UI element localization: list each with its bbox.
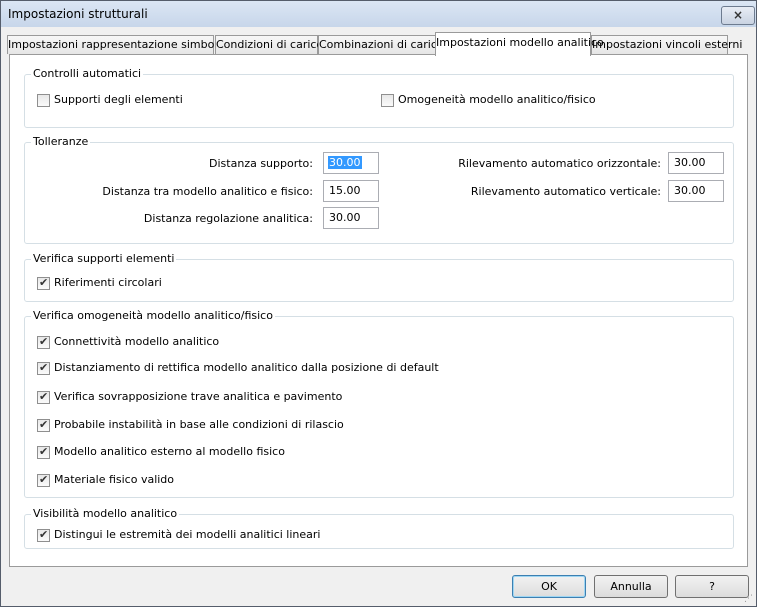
group-title: Visibilità modello analitico xyxy=(31,507,180,520)
label-rilevamento-orizzontale: Rilevamento automatico orizzontale: xyxy=(458,157,661,170)
checkbox-box[interactable]: ✔ xyxy=(37,473,50,487)
tab-rappresentazione-simbolica[interactable]: Impostazioni rappresentazione simbolica xyxy=(7,35,233,54)
input-rilevamento-orizzontale[interactable]: 30.00 xyxy=(668,152,724,174)
group-title: Controlli automatici xyxy=(31,67,144,80)
checkbox-label: Connettività modello analitico xyxy=(54,335,220,348)
label-distanza-modello: Distanza tra modello analitico e fisico: xyxy=(102,185,313,198)
tab-panel: Controlli automatici Supporti degli elem… xyxy=(9,54,748,567)
input-value: 30.00 xyxy=(674,156,706,169)
group-controlli-automatici: Controlli automatici Supporti degli elem… xyxy=(24,67,734,128)
checkbox-label: Modello analitico esterno al modello fis… xyxy=(54,445,285,458)
checkmark-icon: ✔ xyxy=(39,418,49,431)
group-verifica-supporti: Verifica supporti elementi ✔ Riferimenti… xyxy=(24,252,734,302)
tab-condizioni-carico[interactable]: Condizioni di carico xyxy=(215,35,323,54)
checkbox-box[interactable] xyxy=(37,94,50,107)
checkbox-label: Omogeneità modello analitico/fisico xyxy=(398,93,596,106)
checkbox-box[interactable]: ✔ xyxy=(37,276,50,290)
cancel-button[interactable]: Annulla xyxy=(594,575,668,598)
checkbox-box[interactable]: ✔ xyxy=(37,445,50,459)
checkmark-icon: ✔ xyxy=(39,335,49,348)
input-value: 30.00 xyxy=(329,211,361,224)
checkbox-box[interactable]: ✔ xyxy=(37,418,50,432)
label-rilevamento-verticale: Rilevamento automatico verticale: xyxy=(470,185,661,198)
tab-modello-analitico[interactable]: Impostazioni modello analitico xyxy=(435,32,604,56)
tab-combinazioni-carichi[interactable]: Combinazioni di carichi xyxy=(318,35,447,54)
checkbox-label: Materiale fisico valido xyxy=(54,473,175,486)
input-value: 30.00 xyxy=(674,184,706,197)
checkbox-box[interactable]: ✔ xyxy=(37,390,50,404)
input-value: 15.00 xyxy=(329,184,361,197)
input-distanza-regolazione[interactable]: 30.00 xyxy=(323,207,379,229)
group-title: Verifica supporti elementi xyxy=(31,252,177,265)
help-button[interactable]: ? xyxy=(675,575,749,598)
checkbox-box[interactable]: ✔ xyxy=(37,361,50,375)
title-bar: Impostazioni strutturali × xyxy=(1,1,756,27)
checkbox-box[interactable] xyxy=(381,94,394,107)
checkmark-icon: ✔ xyxy=(39,473,49,486)
checkmark-icon: ✔ xyxy=(39,361,49,374)
checkbox-box[interactable]: ✔ xyxy=(37,528,50,542)
label-distanza-regolazione: Distanza regolazione analitica: xyxy=(143,212,313,225)
group-visibilita: Visibilità modello analitico ✔ Distingui… xyxy=(24,507,734,549)
input-rilevamento-verticale[interactable]: 30.00 xyxy=(668,180,724,202)
input-value: 30.00 xyxy=(328,156,362,169)
checkbox-label: Verifica sovrapposizione trave analitica… xyxy=(54,390,343,403)
dialog-window: Impostazioni strutturali × Impostazioni … xyxy=(0,0,757,607)
checkmark-icon: ✔ xyxy=(39,390,49,403)
resize-grip-icon[interactable]: ⋰ xyxy=(744,594,754,604)
label-distanza-supporto: Distanza supporto: xyxy=(209,157,313,170)
input-distanza-modello[interactable]: 15.00 xyxy=(323,180,379,202)
checkmark-icon: ✔ xyxy=(39,528,49,541)
checkbox-label: Supporti degli elementi xyxy=(54,93,183,106)
ok-button[interactable]: OK xyxy=(512,575,586,598)
group-verifica-omogeneita: Verifica omogeneità modello analitico/fi… xyxy=(24,309,734,498)
checkbox-label: Distanziamento di rettifica modello anal… xyxy=(54,361,439,374)
group-tolleranze: Tolleranze Distanza supporto: 30.00 Dist… xyxy=(24,135,734,244)
checkbox-label: Distingui le estremità dei modelli anali… xyxy=(54,528,321,541)
checkmark-icon: ✔ xyxy=(39,445,49,458)
group-title: Verifica omogeneità modello analitico/fi… xyxy=(31,309,275,322)
close-button[interactable]: × xyxy=(721,6,755,25)
input-distanza-supporto[interactable]: 30.00 xyxy=(323,152,379,174)
tab-vincoli-esterni[interactable]: Impostazioni vincoli esterni xyxy=(591,35,742,54)
checkmark-icon: ✔ xyxy=(39,276,49,289)
checkbox-box[interactable]: ✔ xyxy=(37,335,50,349)
group-title: Tolleranze xyxy=(31,135,91,148)
checkbox-label: Riferimenti circolari xyxy=(54,276,162,289)
checkbox-label: Probabile instabilità in base alle condi… xyxy=(54,418,344,431)
window-title: Impostazioni strutturali xyxy=(8,7,148,21)
